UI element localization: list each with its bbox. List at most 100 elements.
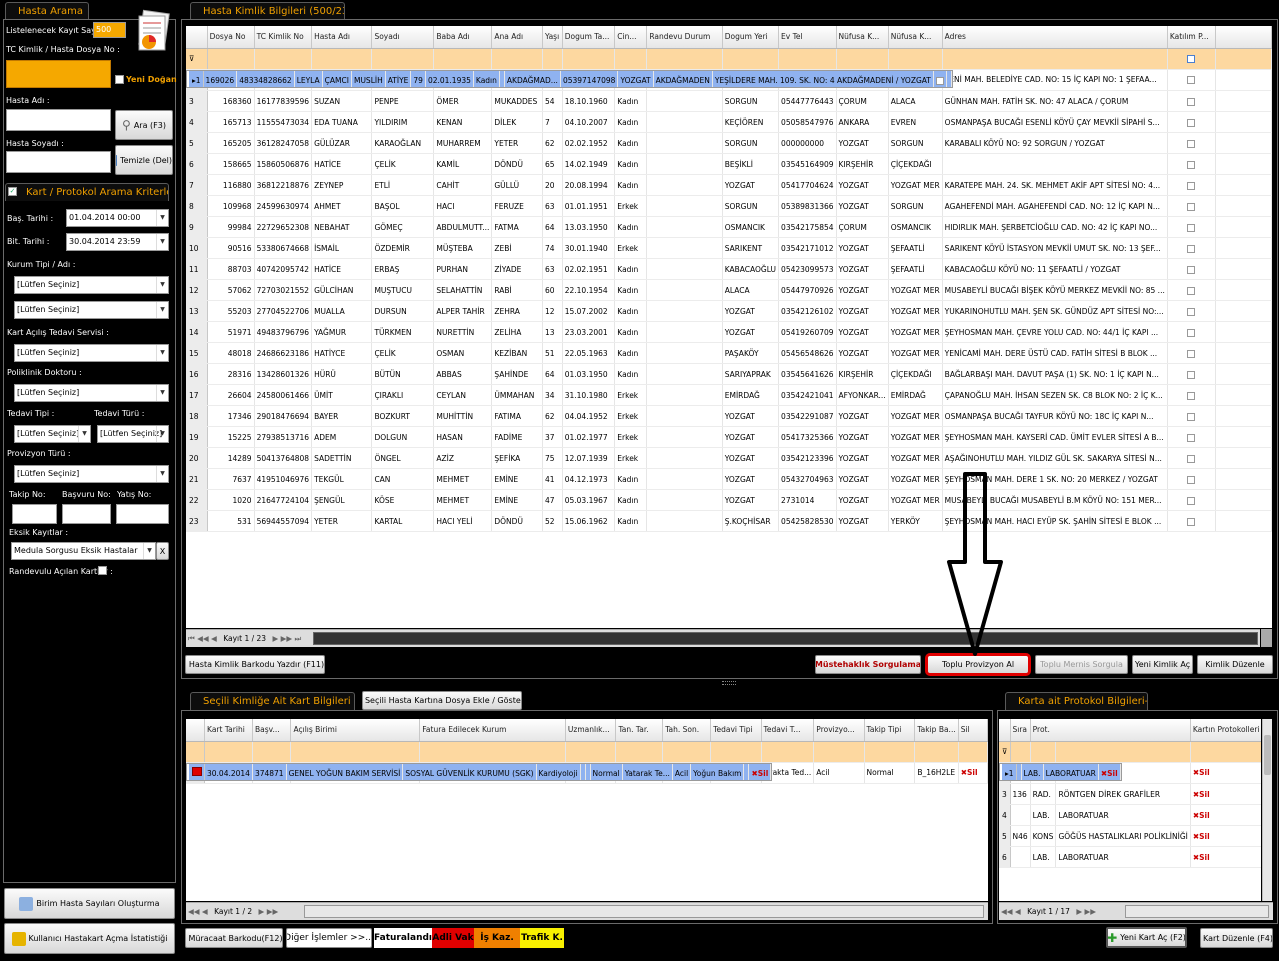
- table-row[interactable]: 21 7637 41951046976 TEKGÜL CAN MEHMET EMİNE 41 0…: [186, 468, 1272, 490]
- katilim-checkbox[interactable]: [1167, 384, 1216, 406]
- katilim-checkbox[interactable]: [1167, 195, 1216, 217]
- table-row[interactable]: 17 26604 24580061466 ÜMİT ÇIRAKLI CEYLAN ÜMMAH…: [186, 384, 1272, 406]
- name-input[interactable]: [6, 109, 111, 131]
- cards-hscrollbar[interactable]: [304, 905, 984, 918]
- column-header[interactable]: Baba Adı: [433, 26, 493, 49]
- column-header[interactable]: Fatura Edilecek Kurum: [419, 719, 566, 742]
- kurum-adi-select[interactable]: [Lütfen Seçiniz] ▼: [14, 301, 169, 319]
- column-header[interactable]: Takip Tipi: [864, 719, 916, 742]
- katilim-checkbox[interactable]: [1167, 321, 1216, 343]
- kullanici-istatistik-button[interactable]: Kullanıcı Hastakart Açma İstatistiği: [4, 923, 175, 954]
- filter-cell[interactable]: [419, 741, 566, 763]
- yeni-dogan-checkbox[interactable]: [115, 75, 124, 84]
- tc-input[interactable]: [6, 60, 111, 88]
- katilim-checkbox[interactable]: [1167, 174, 1216, 196]
- yatis-input[interactable]: [116, 504, 169, 524]
- filter-cell[interactable]: [761, 741, 815, 763]
- filter-cell[interactable]: [290, 741, 421, 763]
- column-header[interactable]: Kart Tarihi: [204, 719, 254, 742]
- filter-cell[interactable]: [778, 48, 837, 70]
- katilim-checkbox[interactable]: [1167, 90, 1216, 112]
- column-header[interactable]: Adres: [942, 26, 1168, 49]
- katilim-checkbox[interactable]: [1167, 153, 1216, 175]
- patient-hscrollbar[interactable]: [313, 632, 1258, 645]
- katilim-checkbox[interactable]: [933, 70, 947, 87]
- filter-cell[interactable]: [813, 741, 865, 763]
- filter-cell[interactable]: [207, 48, 255, 70]
- column-header[interactable]: Açılış Birimi: [290, 719, 421, 742]
- column-header[interactable]: Yaşı: [542, 26, 563, 49]
- protocols-vscrollbar[interactable]: [1262, 719, 1272, 901]
- nav-last-icon[interactable]: ▶ ▶▶: [259, 907, 279, 916]
- filter-cell[interactable]: [1010, 741, 1031, 763]
- acilis-servisi-select[interactable]: [Lütfen Seçiniz] ▼: [14, 344, 169, 362]
- column-header[interactable]: Provizyo...: [813, 719, 865, 742]
- column-header[interactable]: Tah. Son.: [662, 719, 712, 742]
- katilim-checkbox[interactable]: [1167, 300, 1216, 322]
- yeni-kart-button[interactable]: ✚ Yeni Kart Aç (F2): [1106, 927, 1187, 948]
- clear-button[interactable]: Temizle (Del): [115, 145, 173, 175]
- filter-cell[interactable]: [914, 741, 959, 763]
- column-header[interactable]: TC Kimlik No: [254, 26, 313, 49]
- filter-cell[interactable]: [942, 48, 1168, 70]
- table-row[interactable]: 23 531 56944557094 YETER KARTAL HACI YELİ DÖND…: [186, 510, 1272, 532]
- filter-cell[interactable]: [615, 741, 664, 763]
- column-header[interactable]: Dogum Ta...: [562, 26, 616, 49]
- randevu-checkbox[interactable]: [98, 566, 107, 575]
- table-row[interactable]: 3 168360 16177839596 SUZAN PENPE ÖMER MUKADDES…: [186, 90, 1272, 112]
- column-header[interactable]: Hasta Adı: [311, 26, 373, 49]
- filter-cell[interactable]: [958, 741, 988, 763]
- filter-cell[interactable]: [491, 48, 544, 70]
- dosya-ekle-button[interactable]: Seçili Hasta Kartına Dosya Ekle / Göster: [362, 691, 522, 710]
- filter-cell[interactable]: [864, 741, 916, 763]
- filter-cell[interactable]: [562, 48, 616, 70]
- table-row[interactable]: 10 90516 53380674668 İSMAİL ÖZDEMİR MÜŞTEBA ZE…: [186, 237, 1272, 259]
- barkod-yazdir-button[interactable]: Hasta Kimlik Barkodu Yazdır (F11): [185, 655, 325, 674]
- delete-button[interactable]: ✖Sil: [1190, 804, 1261, 826]
- katilim-checkbox[interactable]: [1167, 447, 1216, 469]
- column-header[interactable]: Başv...: [252, 719, 292, 742]
- katilim-checkbox[interactable]: [1167, 405, 1216, 427]
- list-count-input[interactable]: 500: [93, 22, 126, 38]
- katilim-checkbox[interactable]: [1167, 342, 1216, 364]
- filter-cell[interactable]: [722, 48, 780, 70]
- protocols-hscrollbar[interactable]: [1125, 905, 1269, 918]
- column-header[interactable]: Tan. Tar.: [615, 719, 664, 742]
- table-row[interactable]: 9 99984 22729652308 NEBAHAT GÖMEÇ ABDULMUTT..…: [186, 216, 1272, 238]
- bit-tarihi-picker[interactable]: 30.04.2014 23:59 ▼: [66, 233, 169, 251]
- basvuru-input[interactable]: [62, 504, 111, 524]
- filter-cell[interactable]: [710, 741, 762, 763]
- column-header[interactable]: Nüfusa K...: [888, 26, 943, 49]
- delete-button[interactable]: ✖Sil: [748, 763, 772, 780]
- nav-first-icon[interactable]: ◀◀ ◀: [186, 907, 208, 916]
- katilim-checkbox[interactable]: [1167, 237, 1216, 259]
- katilim-checkbox[interactable]: [1167, 132, 1216, 154]
- table-row[interactable]: 14 51971 49483796796 YAĞMUR TÜRKMEN NURETTİN Z…: [186, 321, 1272, 343]
- filter-cell[interactable]: [433, 48, 493, 70]
- filter-cell[interactable]: [1190, 741, 1261, 763]
- birim-hasta-button[interactable]: Birim Hasta Sayıları Oluşturma: [4, 888, 175, 919]
- column-header[interactable]: Soyadı: [371, 26, 435, 49]
- column-header[interactable]: Ev Tel: [778, 26, 837, 49]
- delete-button[interactable]: ✖Sil: [1190, 846, 1261, 868]
- column-header[interactable]: Ana Adı: [491, 26, 544, 49]
- table-row[interactable]: 11 88703 40742095742 HATİCE ERBAŞ PURHAN ZİYAD…: [186, 258, 1272, 280]
- nav-last-icon[interactable]: ▶ ▶▶: [1076, 907, 1096, 916]
- table-row[interactable]: 20 14289 50413764808 SADETTİN ÖNGEL AZİZ ŞEFİK…: [186, 447, 1272, 469]
- tedavi-tipi-select[interactable]: [Lütfen Seçiniz] ▼: [14, 425, 91, 443]
- filter-cell[interactable]: [1167, 48, 1216, 70]
- katilim-checkbox[interactable]: [1167, 216, 1216, 238]
- delete-button[interactable]: ✖Sil: [1190, 825, 1261, 847]
- filter-cell[interactable]: [614, 48, 648, 70]
- nav-last-icon[interactable]: ▶ ▶▶ ⏭: [272, 634, 301, 643]
- muracaat-barkod-button[interactable]: Müracaat Barkodu(F12): [185, 928, 283, 948]
- filter-cell[interactable]: [311, 48, 373, 70]
- filter-cell[interactable]: [836, 48, 889, 70]
- table-row[interactable]: 30.04.2014 374871 GENEL YOĞUN BAKIM SERVİS…: [186, 762, 773, 781]
- diger-islemler-button[interactable]: Diğer İşlemler >>...: [286, 928, 372, 948]
- table-row[interactable]: 5 165205 36128247058 GÜLÜZAR KARAOĞLAN MUHARR…: [186, 132, 1272, 154]
- table-row[interactable]: 5 N46 KONS GÖĞÜS HASTALIKLARI POLİKLİNİĞİ ✖S…: [999, 825, 1261, 847]
- search-button[interactable]: ⚲ Ara (F3): [115, 110, 173, 140]
- katilim-checkbox[interactable]: [1167, 426, 1216, 448]
- filter-cell[interactable]: [204, 741, 254, 763]
